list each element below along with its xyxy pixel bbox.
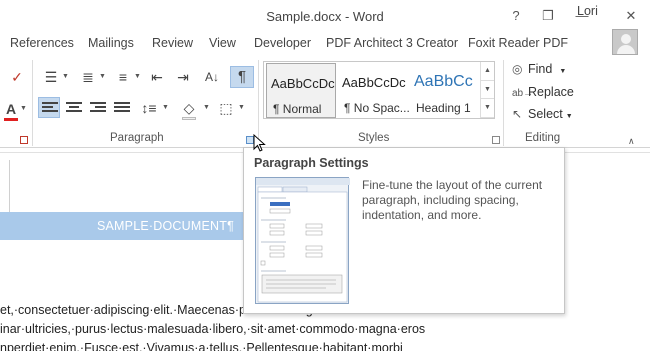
tooltip-description: Fine-tune the layout of the current para…	[362, 178, 543, 222]
numbering-dropdown-icon[interactable]: ▼	[99, 73, 106, 80]
ribbon-tabs: References Mailings Review View Develope…	[0, 32, 650, 56]
style-normal[interactable]: AaBbCcDc ¶ Normal	[266, 63, 336, 118]
select-button[interactable]: ↖ Select ▼	[512, 107, 573, 121]
borders-dropdown-icon[interactable]: ▼	[238, 104, 245, 111]
title-bar: Sample.docx - Word ? ❐ — ✕	[0, 0, 650, 32]
gallery-scroll: ▲ ▼ ▼	[480, 62, 494, 118]
collapse-ribbon-icon[interactable]: ∧	[628, 136, 635, 147]
style-name: ¶ No Spac...	[344, 101, 410, 115]
mouse-cursor-icon	[253, 134, 266, 152]
clear-formatting-icon[interactable]: ✓	[6, 68, 28, 86]
gallery-scroll-up-icon[interactable]: ▲	[481, 62, 494, 81]
ribbon-divider	[503, 60, 504, 146]
paragraph-dialog-preview-image	[255, 177, 350, 304]
replace-label: Replace	[528, 85, 574, 99]
tab-developer[interactable]: Developer	[254, 36, 311, 50]
line-spacing-icon[interactable]: ↕≡	[138, 99, 160, 117]
font-color-swatch	[4, 118, 18, 121]
dialog-thumbnail-icon	[256, 178, 350, 303]
font-color-dropdown-icon[interactable]: ▼	[20, 105, 27, 112]
shading-icon[interactable]: ◇	[178, 99, 200, 117]
styles-group-label: Styles	[358, 132, 390, 144]
multilevel-list-icon[interactable]: ≡	[112, 68, 134, 86]
style-name: Heading 1	[416, 101, 471, 115]
style-sample: AaBbCcDc	[271, 76, 335, 91]
tooltip-title: Paragraph Settings	[254, 156, 369, 170]
page-margin	[0, 160, 10, 220]
decrease-indent-icon[interactable]: ⇤	[146, 68, 168, 86]
ribbon-display-options-button[interactable]: ❐	[537, 6, 559, 26]
gallery-scroll-down-icon[interactable]: ▼	[481, 81, 494, 100]
select-label: Select	[528, 107, 563, 121]
style-sample: AaBbCcDc	[342, 75, 406, 90]
tab-references[interactable]: References	[10, 36, 74, 50]
paragraph-settings-tooltip: Paragraph Settings Fine-tune the layout …	[243, 147, 565, 314]
style-sample: AaBbCc	[414, 73, 473, 90]
find-label: Find	[528, 62, 553, 76]
find-dropdown-icon[interactable]: ▼	[559, 68, 566, 75]
replace-button[interactable]: ab→Replace	[512, 85, 574, 99]
sort-icon[interactable]: A↓	[201, 68, 223, 86]
line-spacing-dropdown-icon[interactable]: ▼	[162, 104, 169, 111]
select-dropdown-icon[interactable]: ▼	[566, 113, 573, 120]
tab-foxit-reader[interactable]: Foxit Reader PDF	[468, 36, 568, 50]
find-button[interactable]: ◎ Find ▼	[512, 62, 566, 76]
editing-group-label: Editing	[525, 132, 561, 144]
justify-icon[interactable]	[111, 99, 133, 117]
show-formatting-marks-icon[interactable]: ¶	[230, 66, 254, 88]
tab-review[interactable]: Review	[152, 36, 193, 50]
avatar[interactable]	[612, 29, 638, 55]
ribbon: ✓ A ▼ ☰ ▼ ≣ ▼ ≡ ▼ ⇤ ⇥ A↓ ¶ ↕≡ ▼ ◇ ▼ ⬚ ▼ …	[0, 56, 650, 148]
replace-icon: ab→	[512, 88, 534, 99]
ribbon-divider	[32, 60, 33, 146]
select-arrow-icon: ↖	[512, 107, 523, 121]
borders-icon[interactable]: ⬚	[215, 99, 237, 117]
font-color-icon[interactable]: A	[0, 100, 22, 118]
binoculars-icon: ◎	[512, 62, 523, 76]
tab-view[interactable]: View	[209, 36, 236, 50]
document-line: inar·ultricies,·purus·lectus·malesuada·l…	[0, 322, 426, 336]
style-name: ¶ Normal	[273, 102, 322, 116]
increase-indent-icon[interactable]: ⇥	[172, 68, 194, 86]
tab-mailings[interactable]: Mailings	[88, 36, 134, 50]
help-button[interactable]: ?	[505, 6, 527, 26]
bullets-dropdown-icon[interactable]: ▼	[62, 73, 69, 80]
align-left-icon[interactable]	[38, 97, 60, 118]
multilevel-list-dropdown-icon[interactable]: ▼	[134, 73, 141, 80]
gallery-more-icon[interactable]: ▼	[481, 99, 494, 118]
document-heading: SAMPLE·DOCUMENT¶	[96, 219, 234, 233]
tab-pdf-architect[interactable]: PDF Architect 3 Creator	[326, 36, 458, 50]
font-dialog-launcher-icon[interactable]	[20, 136, 28, 144]
paragraph-group-label: Paragraph	[110, 132, 164, 144]
user-name[interactable]: Lori	[577, 4, 598, 18]
bullets-icon[interactable]: ☰	[40, 68, 62, 86]
shading-dropdown-icon[interactable]: ▼	[203, 104, 210, 111]
close-button[interactable]: ✕	[620, 6, 642, 26]
document-line: nperdiet·enim.·Fusce·est.·Vivamus·a·tell…	[0, 341, 403, 351]
style-heading-1[interactable]: AaBbCc Heading 1	[410, 63, 480, 118]
align-center-icon[interactable]	[63, 99, 85, 117]
styles-dialog-launcher-icon[interactable]	[492, 136, 500, 144]
shading-swatch	[182, 117, 196, 120]
align-right-icon[interactable]	[87, 99, 109, 117]
numbering-icon[interactable]: ≣	[77, 68, 99, 86]
document-heading-bar: SAMPLE·DOCUMENT¶	[0, 212, 248, 240]
style-no-spacing[interactable]: AaBbCcDc ¶ No Spac...	[338, 63, 410, 118]
styles-gallery: AaBbCcDc ¶ Normal AaBbCcDc ¶ No Spac... …	[263, 61, 495, 119]
